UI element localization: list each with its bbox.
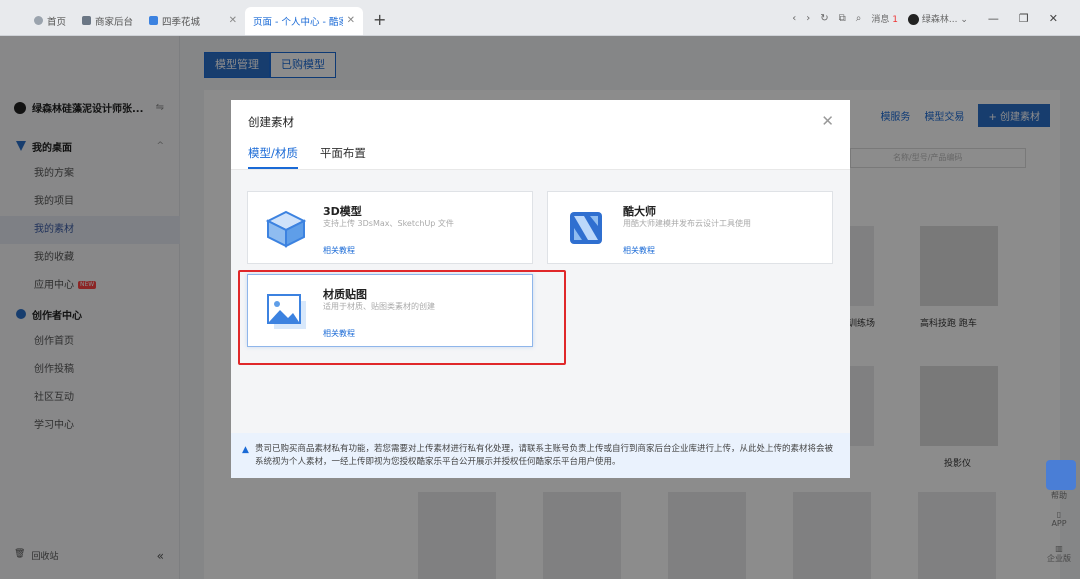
- refresh-icon[interactable]: ↻: [820, 13, 828, 24]
- tab-model-material[interactable]: 模型/材质: [248, 145, 298, 169]
- avatar: [908, 13, 920, 25]
- building-icon: ▥: [1055, 544, 1063, 553]
- app-label: APP: [1051, 519, 1067, 528]
- site-icon: [149, 16, 159, 25]
- tab-label: 四季花城: [162, 16, 201, 28]
- tab-personal-center[interactable]: 页面 - 个人中心 - 酷家 ✕: [245, 6, 364, 35]
- search-icon[interactable]: ⌕: [856, 13, 862, 24]
- close-icon[interactable]: ✕: [821, 112, 834, 130]
- close-tab-icon[interactable]: ✕: [347, 15, 355, 26]
- back-icon[interactable]: ‹: [792, 13, 796, 24]
- tab-floor-plan[interactable]: 平面布置: [320, 145, 366, 169]
- chevron-down-icon: ⌄: [960, 14, 968, 25]
- card-desc: 用酷大师建模并发布云设计工具使用: [623, 219, 751, 228]
- tutorial-link[interactable]: 相关教程: [623, 245, 655, 256]
- help-link[interactable]: 帮助: [1044, 490, 1074, 501]
- user-name: 绿森林...: [921, 14, 958, 25]
- enterprise-label: 企业版: [1047, 554, 1071, 563]
- messages-label: 消息: [871, 14, 890, 25]
- card-title: 酷大师: [623, 205, 656, 218]
- user-menu[interactable]: 绿森林... ⌄: [908, 12, 968, 25]
- close-tab-icon[interactable]: ✕: [229, 15, 237, 26]
- phone-icon: ▯: [1056, 510, 1062, 519]
- notice-text: 贵司已购买商品素材私有功能，若您需要对上传素材进行私有化处理，请联系主账号负责上…: [255, 444, 834, 467]
- restore-icon[interactable]: ❐: [1019, 12, 1029, 25]
- tab-label: 商家后台: [95, 16, 134, 28]
- tab-merchant[interactable]: 商家后台: [74, 7, 141, 35]
- close-window-icon[interactable]: ✕: [1049, 12, 1058, 25]
- browser-tab-bar: 首页 商家后台 四季花城 ✕ 页面 - 个人中心 - 酷家 ✕ + ‹ › ↻ …: [0, 0, 1080, 36]
- tutorial-link[interactable]: 相关教程: [323, 245, 355, 256]
- app-link[interactable]: ▯ APP: [1044, 510, 1074, 528]
- enterprise-link[interactable]: ▥ 企业版: [1044, 544, 1074, 564]
- dialog-tabs: 模型/材质 平面布置: [248, 145, 366, 169]
- bell-icon: ▲: [242, 445, 249, 455]
- tab-home[interactable]: 首页: [26, 7, 74, 35]
- browser-toolbar: ‹ › ↻ ⧉ ⌕ 消息 1 绿森林... ⌄ — ❐ ✕: [792, 0, 1080, 36]
- cube-icon: [265, 210, 307, 248]
- tab-seasons[interactable]: 四季花城 ✕: [141, 7, 245, 35]
- messages-link[interactable]: 消息 1: [871, 12, 898, 25]
- forward-icon[interactable]: ›: [806, 13, 810, 24]
- floating-toolbar: 帮助 ▯ APP ▥ 企业版: [1040, 460, 1080, 579]
- card-3d-model[interactable]: 3D模型 支持上传 3DsMax、SketchUp 文件 相关教程: [247, 191, 533, 264]
- tab-label: 页面 - 个人中心 - 酷家: [253, 16, 343, 28]
- highlight-box: [238, 270, 566, 365]
- home-icon: [34, 16, 43, 25]
- cube-assistant-icon[interactable]: [1046, 460, 1076, 490]
- kudashi-icon: [570, 212, 602, 244]
- minimize-icon[interactable]: —: [988, 12, 999, 25]
- card-kudashi[interactable]: 酷大师 用酷大师建模并发布云设计工具使用 相关教程: [547, 191, 833, 264]
- card-desc: 支持上传 3DsMax、SketchUp 文件: [323, 219, 454, 228]
- new-tab-icon[interactable]: +: [373, 10, 386, 29]
- dialog-title: 创建素材: [248, 115, 294, 129]
- merchant-icon: [82, 16, 92, 25]
- messages-count: 1: [892, 14, 899, 25]
- tab-label: 首页: [47, 16, 67, 28]
- copy-icon[interactable]: ⧉: [839, 13, 846, 24]
- notice-bar: ▲ 贵司已购买商品素材私有功能，若您需要对上传素材进行私有化处理，请联系主账号负…: [231, 433, 850, 478]
- card-title: 3D模型: [323, 205, 362, 218]
